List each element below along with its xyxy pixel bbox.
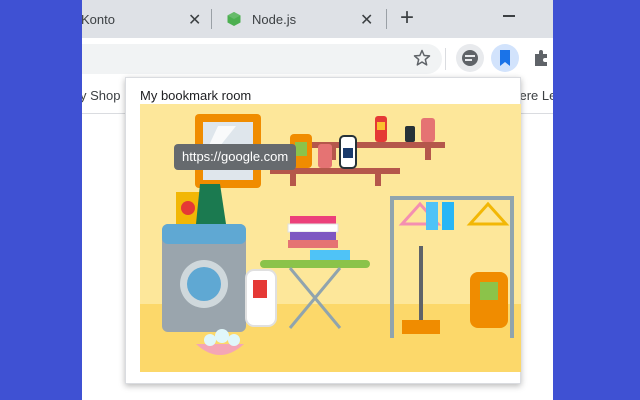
bookmark-room-popup: My bookmark room https://google.com [125,77,521,384]
star-icon[interactable] [412,48,432,68]
spray-bottle [421,118,435,142]
spray-bottle [318,144,332,168]
bottle-label [253,280,267,298]
reading-list-icon [462,50,478,66]
folded-clothes [310,250,350,260]
hanging-sock [426,202,438,230]
tab-nodejs[interactable]: Node.js ✕ [214,0,384,38]
tab-konto[interactable]: Konto ✕ [82,0,212,38]
tab-title: Konto [82,11,115,27]
clothes-rack [390,196,394,338]
mop-head [402,320,440,334]
popup-title: My bookmark room [140,88,252,103]
bottle-label [377,122,385,130]
ironing-board [260,260,370,268]
minimize-icon[interactable] [503,15,515,17]
hanging-sock [442,202,454,230]
folded-clothes [290,216,336,224]
soap-bubble [204,334,216,346]
tab-strip: Konto ✕ Node.js ✕ + [82,0,553,38]
address-bar[interactable] [82,44,442,74]
nodejs-icon [227,12,241,26]
toolbar-separator [445,48,446,70]
clothes-rack-bar [390,196,514,200]
bottle-label [295,142,307,156]
puzzle-icon [535,50,547,66]
machine-control-panel [162,224,246,244]
bookmark-item[interactable]: y Shop [82,88,120,103]
soap-bubble [215,329,229,343]
folded-clothes [290,232,336,240]
tab-title: Node.js [252,11,297,27]
close-tab-icon[interactable]: ✕ [188,10,201,30]
url-tooltip: https://google.com [174,144,297,170]
mop-handle [419,246,423,326]
clothes-rack [510,196,514,338]
folded-clothes [288,240,338,248]
soap-bubble [228,334,240,346]
tab-separator [211,9,212,29]
bookmark-room-extension-button[interactable] [491,44,519,72]
bottle-label [343,148,353,158]
new-tab-button[interactable]: + [400,6,414,30]
bookmark-icon [500,50,510,66]
toolbar [82,38,553,78]
extensions-button[interactable] [528,44,553,72]
extension-button-1[interactable] [456,44,484,72]
folded-clothes [287,223,339,233]
shelf-bracket [290,174,296,186]
tab-separator [386,9,387,29]
shelf-bracket [375,174,381,186]
machine-window [187,267,221,301]
shelf-bracket [425,148,431,160]
close-tab-icon[interactable]: ✕ [360,10,373,30]
bottle [405,126,415,142]
detergent-logo [181,201,195,215]
bottle-label [480,282,498,300]
